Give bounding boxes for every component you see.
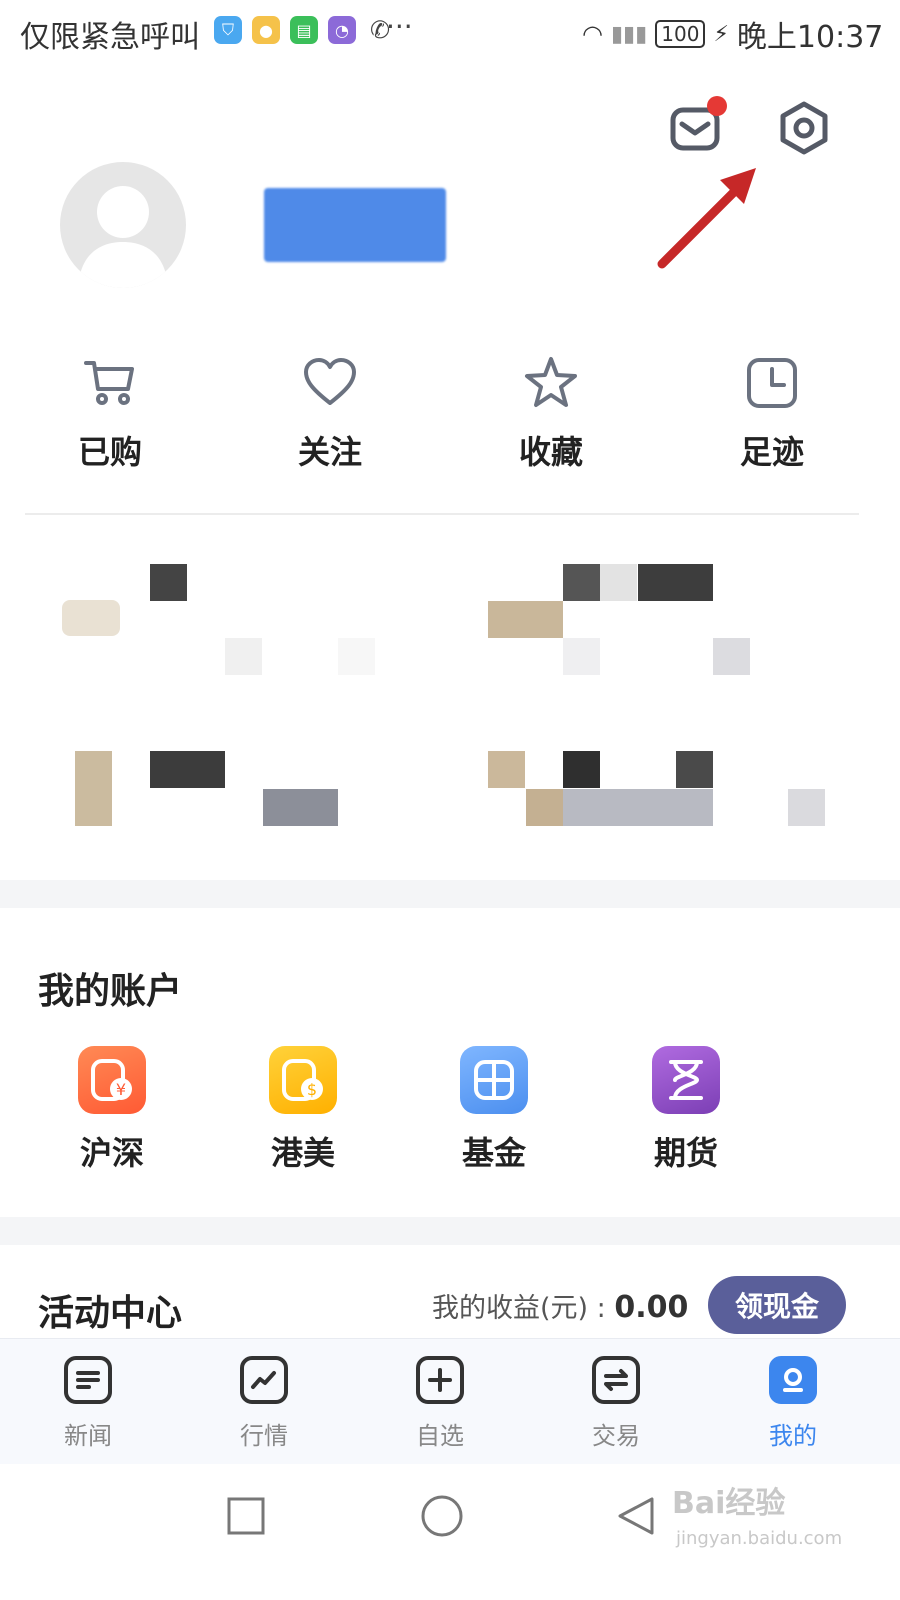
shield-app-icon: ⛉ — [214, 16, 242, 44]
redacted-block — [225, 638, 262, 675]
earnings: 我的收益(元) : 0.00 — [432, 1286, 688, 1325]
redacted-block — [713, 638, 750, 675]
accounts-title: 我的账户 — [38, 971, 183, 1012]
redacted-block — [338, 638, 375, 675]
account-label: 基金 — [461, 1134, 526, 1172]
redacted-block — [150, 751, 225, 788]
redacted-block — [75, 751, 112, 826]
back-icon[interactable] — [616, 1496, 656, 1536]
earnings-label: 我的收益(元) : — [432, 1293, 615, 1324]
tab-trade[interactable]: 交易 — [566, 1356, 666, 1451]
redacted-promo-grid[interactable] — [0, 540, 900, 880]
redacted-block — [638, 564, 713, 601]
tab-watchlist[interactable]: 自选 — [390, 1356, 490, 1451]
quick-action-purchased[interactable]: 已购 — [30, 355, 190, 473]
redacted-block — [488, 751, 525, 788]
settings-button[interactable] — [776, 100, 832, 156]
market-icon — [240, 1356, 288, 1404]
tab-label: 自选 — [416, 1422, 464, 1450]
gear-icon — [780, 101, 828, 155]
clock-icon — [747, 358, 797, 408]
status-time: 晚上10:37 — [736, 20, 884, 55]
tab-label: 行情 — [240, 1422, 288, 1450]
star-icon — [525, 357, 577, 407]
status-app-icons: ⛉ ● ▤ ◔ ✆ — [214, 16, 394, 44]
divider — [25, 513, 859, 515]
tab-market[interactable]: 行情 — [214, 1356, 314, 1451]
redacted-block — [563, 638, 600, 675]
quick-action-label: 足迹 — [739, 433, 804, 471]
baidu-watermark: Bai经验 — [672, 1486, 786, 1521]
activity-title: 活动中心 — [38, 1293, 183, 1334]
account-futures[interactable]: 期货 — [626, 1046, 746, 1174]
battery-icon: 100 — [655, 20, 706, 48]
username-redacted[interactable] — [264, 188, 446, 262]
earnings-value: 0.00 — [614, 1290, 689, 1325]
signal-icon: ▮▮▮ — [610, 21, 648, 47]
account-ganmei[interactable]: $ 港美 — [243, 1046, 363, 1174]
quick-action-label: 收藏 — [518, 433, 583, 471]
hourglass-icon — [652, 1046, 720, 1114]
redacted-block — [526, 789, 563, 826]
account-label: 期货 — [653, 1134, 718, 1172]
charging-icon: ⚡ — [713, 21, 729, 47]
add-icon — [416, 1356, 464, 1404]
account-label: 港美 — [270, 1134, 335, 1172]
redacted-block — [263, 789, 338, 826]
yuan-card-icon: ¥ — [78, 1046, 146, 1114]
profile-icon — [769, 1356, 817, 1404]
tab-label: 交易 — [592, 1422, 640, 1450]
trade-icon — [592, 1356, 640, 1404]
redacted-block — [600, 564, 637, 601]
recent-apps-icon[interactable] — [226, 1496, 266, 1536]
lottery-app-icon: ● — [252, 16, 280, 44]
quick-action-favorites[interactable]: 收藏 — [471, 355, 631, 473]
more-notifications-icon: ··· — [386, 10, 413, 43]
home-icon[interactable] — [420, 1494, 464, 1538]
avatar[interactable] — [60, 162, 186, 288]
section-gap — [0, 880, 900, 908]
redacted-block — [676, 751, 713, 788]
carrier-text: 仅限紧急呼叫 — [20, 20, 200, 55]
notification-badge — [707, 96, 727, 116]
redacted-block — [62, 600, 120, 636]
quick-action-follow[interactable]: 关注 — [250, 355, 410, 473]
tab-label: 新闻 — [64, 1422, 112, 1450]
status-right: ◠ ▮▮▮ 100 ⚡ 晚上10:37 — [582, 12, 883, 56]
tab-news[interactable]: 新闻 — [38, 1356, 138, 1451]
dollar-card-icon: $ — [269, 1046, 337, 1114]
status-bar: 仅限紧急呼叫 ⛉ ● ▤ ◔ ✆ ··· ◠ ▮▮▮ 100 ⚡ 晚上10:37 — [0, 0, 900, 60]
account-hushen[interactable]: ¥ 沪深 — [52, 1046, 172, 1174]
baidu-watermark-url: jingyan.baidu.com — [676, 1528, 843, 1549]
quick-action-label: 关注 — [297, 433, 362, 471]
cart-icon — [84, 361, 134, 405]
tab-mine[interactable]: 我的 — [743, 1356, 843, 1451]
account-fund[interactable]: 基金 — [434, 1046, 554, 1174]
svg-text:$: $ — [307, 1080, 317, 1099]
section-gap — [0, 1217, 900, 1245]
quick-action-label: 已购 — [77, 433, 142, 471]
redacted-block — [563, 789, 713, 826]
svg-text:¥: ¥ — [116, 1080, 126, 1099]
book-app-icon: ▤ — [290, 16, 318, 44]
account-label: 沪深 — [79, 1134, 144, 1172]
get-cash-button[interactable]: 领现金 — [708, 1276, 846, 1334]
heart-icon — [304, 358, 356, 405]
red-arrow-annotation — [657, 168, 756, 269]
news-icon — [64, 1356, 112, 1404]
grid-icon — [460, 1046, 528, 1114]
redacted-block — [488, 601, 563, 638]
chart-app-icon: ◔ — [328, 16, 356, 44]
redacted-block — [563, 564, 600, 601]
redacted-block — [788, 789, 825, 826]
tab-label: 我的 — [769, 1422, 817, 1450]
quick-action-history[interactable]: 足迹 — [692, 355, 852, 473]
avatar-placeholder-icon — [78, 186, 168, 288]
wifi-icon: ◠ — [582, 20, 603, 48]
redacted-block — [563, 751, 600, 788]
redacted-block — [150, 564, 187, 601]
